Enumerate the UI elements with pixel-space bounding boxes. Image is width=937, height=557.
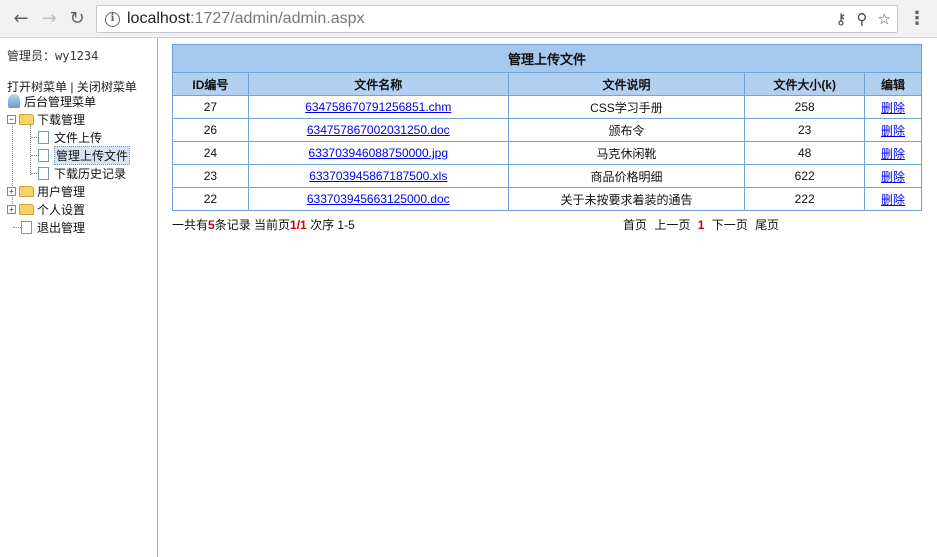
- expand-icon[interactable]: +: [7, 204, 16, 214]
- header-id: ID编号: [172, 72, 249, 96]
- table-caption: 管理上传文件: [172, 44, 922, 73]
- reload-icon[interactable]: ↻: [66, 8, 88, 30]
- current-page: 1: [697, 218, 705, 232]
- address-bar[interactable]: i localhost:1727/admin/admin.aspx ⚷ ⚲ ☆: [96, 5, 898, 33]
- pager-mid: 条记录 当前页: [214, 218, 291, 232]
- delete-link[interactable]: 删除: [881, 124, 905, 138]
- main-content: 管理上传文件 ID编号 文件名称 文件说明 文件大小(k) 编辑 27 6347…: [172, 44, 922, 232]
- key-icon[interactable]: ⚷: [836, 10, 847, 30]
- collapse-icon[interactable]: −: [7, 114, 16, 124]
- star-icon[interactable]: ☆: [878, 10, 891, 30]
- sidebar: 管理员：wy1234 打开树菜单 | 关闭树菜单 后台管理菜单 − 下载管理 文…: [0, 38, 158, 557]
- record-order: 次序 1-5: [310, 218, 355, 232]
- pager-prefix: 一共有: [172, 218, 209, 232]
- expand-icon[interactable]: +: [7, 186, 16, 196]
- header-edit: 编辑: [864, 72, 922, 96]
- table-row: 27 634758670791256851.chm CSS学习手册 258 删除: [172, 95, 922, 119]
- tree-node-users[interactable]: + 用户管理: [7, 182, 85, 200]
- header-size: 文件大小(k): [744, 72, 866, 96]
- forward-icon[interactable]: →: [38, 8, 60, 30]
- delete-link[interactable]: 删除: [881, 101, 905, 115]
- file-link[interactable]: 633703946088750000.jpg: [309, 146, 448, 160]
- first-page-link[interactable]: 首页: [623, 218, 647, 232]
- header-file: 文件名称: [247, 72, 509, 96]
- header-desc: 文件说明: [507, 72, 746, 96]
- folder-open-icon: [19, 113, 34, 125]
- prev-page-link[interactable]: 上一页: [654, 218, 690, 232]
- info-icon[interactable]: i: [105, 12, 120, 27]
- computer-icon: [8, 94, 20, 108]
- next-page-link[interactable]: 下一页: [712, 218, 748, 232]
- delete-link[interactable]: 删除: [881, 147, 905, 161]
- delete-link[interactable]: 删除: [881, 193, 905, 207]
- folder-icon: [19, 203, 34, 215]
- tree-item-logout[interactable]: 退出管理: [21, 218, 85, 236]
- delete-link[interactable]: 删除: [881, 170, 905, 184]
- table-header: ID编号 文件名称 文件说明 文件大小(k) 编辑: [172, 72, 922, 96]
- zoom-icon[interactable]: ⚲: [857, 10, 868, 30]
- tree-node-settings[interactable]: + 个人设置: [7, 200, 85, 218]
- last-page-link[interactable]: 尾页: [755, 218, 779, 232]
- url-text[interactable]: localhost:1727/admin/admin.aspx: [127, 10, 364, 28]
- tree-item-manage-uploads[interactable]: 管理上传文件: [38, 145, 131, 165]
- page-indicator: 1/1: [290, 218, 307, 232]
- record-count: 5: [208, 218, 215, 232]
- browser-toolbar: ← → ↻ i localhost:1727/admin/admin.aspx …: [0, 0, 937, 38]
- file-table: 管理上传文件 ID编号 文件名称 文件说明 文件大小(k) 编辑 27 6347…: [172, 44, 922, 211]
- file-link[interactable]: 633703945663125000.doc: [307, 192, 450, 206]
- tree-item-upload[interactable]: 文件上传: [38, 128, 102, 146]
- tree-item-download-history[interactable]: 下载历史记录: [38, 164, 126, 182]
- tree-root[interactable]: 后台管理菜单: [8, 92, 96, 110]
- pager: 一共有5条记录 当前页1/1 次序 1-5 首页 上一页 1 下一页 尾页: [172, 216, 922, 233]
- tree-node-download[interactable]: − 下载管理: [7, 110, 85, 128]
- back-icon[interactable]: ←: [10, 8, 32, 30]
- table-row: 26 634757867002031250.doc 颁布令 23 删除: [172, 118, 922, 142]
- file-link[interactable]: 633703945867187500.xls: [309, 169, 447, 183]
- folder-icon: [19, 185, 34, 197]
- page-icon: [38, 148, 49, 162]
- menu-icon[interactable]: ⋮: [908, 8, 926, 30]
- file-link[interactable]: 634758670791256851.chm: [305, 100, 451, 114]
- page-icon: [38, 130, 49, 144]
- admin-label: 管理员：wy1234: [7, 49, 99, 63]
- table-row: 24 633703946088750000.jpg 马克休闲靴 48 删除: [172, 141, 922, 165]
- page-icon: [21, 220, 32, 234]
- table-row: 22 633703945663125000.doc 关于未按要求着装的通告 22…: [172, 187, 922, 211]
- page-icon: [38, 166, 49, 180]
- file-link[interactable]: 634757867002031250.doc: [307, 123, 450, 137]
- table-row: 23 633703945867187500.xls 商品价格明细 622 删除: [172, 164, 922, 188]
